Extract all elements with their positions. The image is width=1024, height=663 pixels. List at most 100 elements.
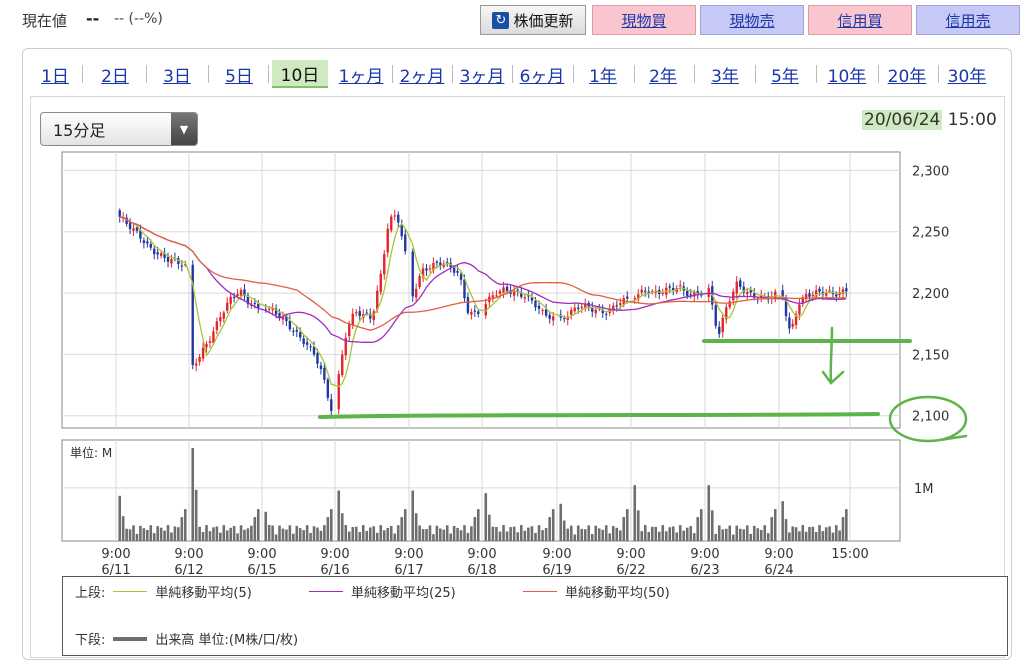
chart-grid xyxy=(61,151,901,542)
volume-bar xyxy=(516,532,520,541)
candle-body xyxy=(633,298,636,300)
chart-legend: 上段: 単純移動平均(5) 単純移動平均(25) 単純移動平均(50) 下段: … xyxy=(62,576,1008,656)
volume-bar xyxy=(239,525,243,541)
volume-bar xyxy=(298,528,302,541)
volume-bar xyxy=(784,519,788,541)
volume-bar xyxy=(707,485,711,541)
volume-bar xyxy=(295,525,299,541)
candle-body xyxy=(580,306,583,308)
volume-bar xyxy=(519,525,523,541)
candle-body xyxy=(456,271,459,273)
volume-bar xyxy=(622,517,626,541)
candle-body xyxy=(774,291,777,298)
candle-body xyxy=(390,216,393,231)
volume-bar xyxy=(611,526,615,541)
volume-bar xyxy=(236,533,239,541)
volume-bar xyxy=(400,517,404,541)
candle-body xyxy=(477,311,480,314)
volume-bar xyxy=(537,525,541,541)
volume-bar xyxy=(425,529,428,541)
price-tick-label: 2,150 xyxy=(912,348,949,363)
candle-body xyxy=(808,293,811,297)
price-tick-label: 2,250 xyxy=(912,226,949,241)
candle-body xyxy=(811,294,815,297)
candle-body xyxy=(563,318,566,320)
volume-bar xyxy=(781,501,784,541)
volume-bar xyxy=(274,534,278,541)
volume-bar xyxy=(166,525,170,541)
volume-bar xyxy=(818,525,821,541)
volume-bar xyxy=(354,526,358,541)
volume-bar xyxy=(340,513,344,541)
price-tick-label: 2,200 xyxy=(912,287,949,302)
candle-body xyxy=(323,367,326,380)
candle-body xyxy=(386,228,389,253)
candle-body xyxy=(149,243,152,248)
volume-unit-label: 単位: M xyxy=(70,445,112,460)
volume-bar xyxy=(170,532,173,541)
candle-body xyxy=(714,305,717,326)
candle-body xyxy=(686,290,689,296)
volume-bar xyxy=(198,526,201,541)
candle-body xyxy=(236,293,239,296)
volume-bar xyxy=(432,534,435,541)
price-tick-label: 2,100 xyxy=(912,410,949,425)
volume-bar xyxy=(149,525,153,541)
x-tick-time: 9:00 xyxy=(394,547,423,562)
volume-bar xyxy=(194,489,198,541)
candle-body xyxy=(615,305,618,307)
candle-body xyxy=(397,214,400,223)
candle-body xyxy=(341,354,344,376)
volume-bar xyxy=(445,525,449,541)
candle-body xyxy=(194,363,198,366)
volume-bar xyxy=(125,528,128,541)
volume-bar xyxy=(139,525,142,541)
volume-bar xyxy=(435,525,439,541)
volume-bar xyxy=(495,527,498,541)
price-volume-chart: 2,1002,1502,2002,2502,3001M単位: M9:006/11… xyxy=(61,151,968,578)
volume-bar xyxy=(250,525,253,541)
volume-bar xyxy=(243,529,246,541)
candle-body xyxy=(548,314,551,319)
volume-bar xyxy=(569,525,573,541)
x-tick-time: 9:00 xyxy=(467,547,496,562)
volume-bar xyxy=(608,533,612,541)
candle-body xyxy=(428,268,432,270)
x-tick-time: 9:00 xyxy=(174,547,203,562)
candle-body xyxy=(153,248,156,255)
x-tick-time: 9:00 xyxy=(247,547,276,562)
volume-bar xyxy=(183,509,187,541)
candle-body xyxy=(201,347,205,359)
volume-bar xyxy=(329,509,333,541)
candle-body xyxy=(668,286,671,288)
volume-bar xyxy=(752,525,756,541)
candle-body xyxy=(226,302,229,311)
candle-body xyxy=(718,326,721,334)
volume-bar xyxy=(738,528,742,541)
volume-bar xyxy=(449,533,452,541)
volume-bar xyxy=(292,533,295,541)
candle-body xyxy=(459,274,463,280)
volume-bar xyxy=(264,511,268,541)
volume-bar xyxy=(650,526,654,541)
volume-bar xyxy=(347,531,351,541)
volume-bar xyxy=(418,525,421,541)
candle-body xyxy=(414,288,418,298)
candle-body xyxy=(330,399,333,411)
volume-bar xyxy=(267,524,271,541)
candle-body xyxy=(541,310,544,312)
volume-bar xyxy=(351,526,355,541)
volume-bar xyxy=(834,525,838,541)
volume-bar xyxy=(191,447,195,541)
volume-bar xyxy=(625,509,629,541)
candle-body xyxy=(215,321,219,331)
volume-bar xyxy=(664,531,668,541)
candle-body xyxy=(128,222,132,230)
volume-bar xyxy=(132,525,135,541)
candle-body xyxy=(326,379,330,398)
volume-bar xyxy=(601,529,605,541)
volume-bar xyxy=(523,530,527,541)
volume-bar xyxy=(657,531,661,541)
volume-bar xyxy=(163,530,166,541)
volume-bar xyxy=(215,526,219,541)
